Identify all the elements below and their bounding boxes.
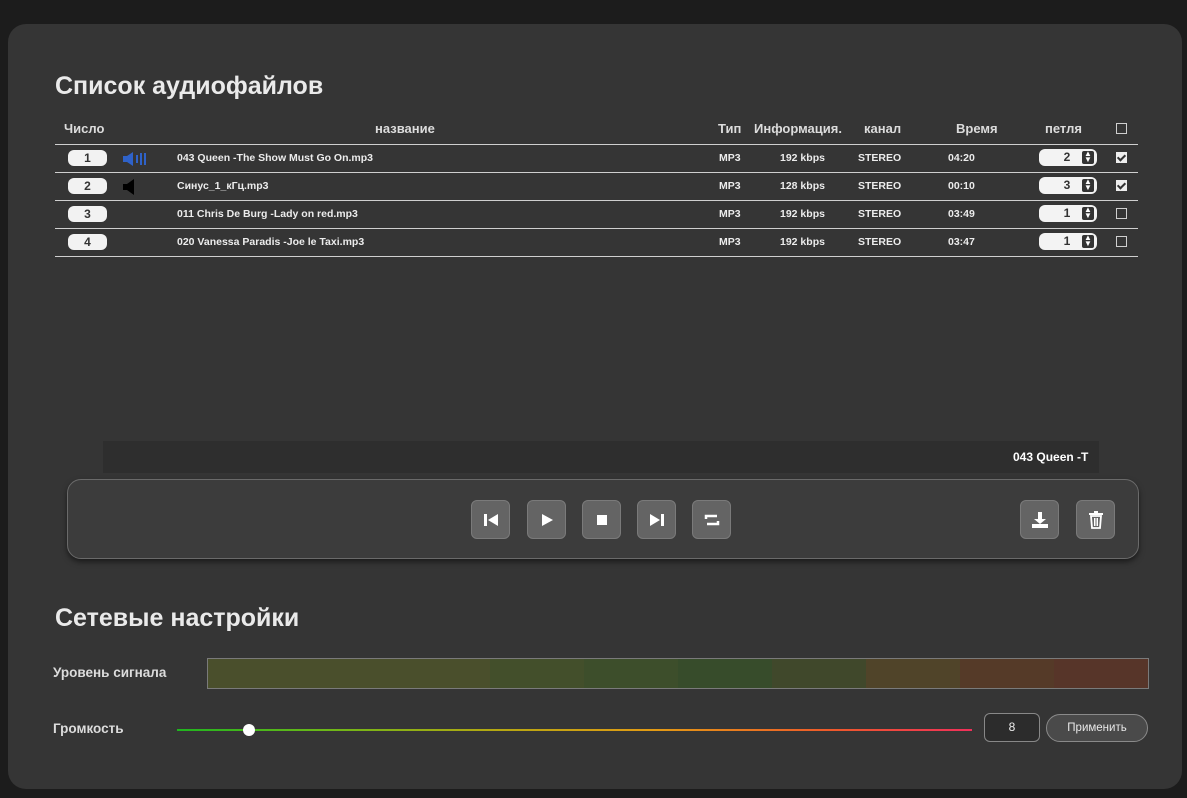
loop-value: 2 xyxy=(1063,150,1071,164)
table-row[interactable]: 1 043 Queen -The Show Must Go On.mp3 MP3… xyxy=(55,145,1138,173)
speaker-playing-icon xyxy=(123,152,146,166)
track-name: Синус_1_кГц.mp3 xyxy=(177,180,269,192)
col-number: Число xyxy=(64,121,105,136)
loop-stepper[interactable]: 2 ▲ ▼ xyxy=(1039,149,1097,166)
track-name: 043 Queen -The Show Must Go On.mp3 xyxy=(177,152,374,164)
track-name: 020 Vanessa Paradis -Joe le Taxi.mp3 xyxy=(177,236,365,248)
row-checkbox[interactable] xyxy=(1116,180,1127,191)
track-time: 00:10 xyxy=(948,180,975,192)
track-time: 03:49 xyxy=(948,208,975,220)
signal-segment xyxy=(490,659,584,688)
track-channel: STEREO xyxy=(858,152,902,164)
track-type: MP3 xyxy=(719,180,741,192)
track-channel: STEREO xyxy=(858,180,902,192)
play-button[interactable] xyxy=(527,500,566,539)
track-bitrate: 192 kbps xyxy=(780,208,825,220)
main-panel: Список аудиофайлов Число название Тип Ин… xyxy=(8,24,1182,789)
repeat-button[interactable] xyxy=(692,500,731,539)
loop-stepper[interactable]: 1 ▲ ▼ xyxy=(1039,205,1097,222)
volume-label: Громкость xyxy=(53,721,124,736)
track-type: MP3 xyxy=(719,236,741,248)
file-table-header: Число название Тип Информация. канал Вре… xyxy=(8,119,1182,139)
download-icon xyxy=(1032,512,1048,528)
loop-stepper[interactable]: 1 ▲ ▼ xyxy=(1039,233,1097,250)
track-type: MP3 xyxy=(719,152,741,164)
col-time: Время xyxy=(956,121,998,136)
signal-segment xyxy=(866,659,960,688)
col-channel: канал xyxy=(864,121,902,136)
col-type: Тип xyxy=(718,121,742,136)
download-button[interactable] xyxy=(1020,500,1059,539)
signal-segment xyxy=(302,659,396,688)
row-checkbox[interactable] xyxy=(1116,208,1127,219)
stop-icon xyxy=(597,515,607,525)
file-table: 1 043 Queen -The Show Must Go On.mp3 MP3… xyxy=(55,144,1138,257)
now-playing-text: 043 Queen -T xyxy=(1013,450,1089,464)
table-row[interactable]: 4 020 Vanessa Paradis -Joe le Taxi.mp3 M… xyxy=(55,229,1138,257)
speaker-icon xyxy=(123,179,134,195)
previous-button[interactable] xyxy=(471,500,510,539)
stepper-arrows-icon[interactable]: ▲ ▼ xyxy=(1082,206,1094,220)
stepper-arrows-icon[interactable]: ▲ ▼ xyxy=(1082,234,1094,248)
volume-thumb[interactable] xyxy=(242,724,255,736)
stepper-arrows-icon[interactable]: ▲ ▼ xyxy=(1082,150,1094,164)
track-time: 03:47 xyxy=(948,236,975,248)
delete-button[interactable] xyxy=(1076,500,1115,539)
track-bitrate: 192 kbps xyxy=(780,152,825,164)
track-number: 3 xyxy=(68,206,107,222)
track-bitrate: 192 kbps xyxy=(780,236,825,248)
volume-slider[interactable] xyxy=(177,724,972,736)
signal-segment xyxy=(208,659,302,688)
stop-button[interactable] xyxy=(582,500,621,539)
row-checkbox[interactable] xyxy=(1116,152,1127,163)
signal-segment xyxy=(678,659,772,688)
loop-stepper[interactable]: 3 ▲ ▼ xyxy=(1039,177,1097,194)
table-row[interactable]: 2 Синус_1_кГц.mp3 MP3 128 kbps STEREO 00… xyxy=(55,173,1138,201)
track-type: MP3 xyxy=(719,208,741,220)
loop-value: 1 xyxy=(1063,206,1071,220)
next-button[interactable] xyxy=(637,500,676,539)
track-name: 011 Chris De Burg -Lady on red.mp3 xyxy=(177,208,358,220)
table-row[interactable]: 3 011 Chris De Burg -Lady on red.mp3 MP3… xyxy=(55,201,1138,229)
signal-segment xyxy=(584,659,678,688)
signal-level-label: Уровень сигнала xyxy=(53,665,167,680)
col-info: Информация. xyxy=(754,121,842,136)
signal-segment xyxy=(960,659,1054,688)
signal-level-meter xyxy=(207,658,1149,689)
track-number: 4 xyxy=(68,234,107,250)
trash-icon xyxy=(1089,511,1103,529)
select-all-checkbox[interactable] xyxy=(1116,123,1127,134)
track-channel: STEREO xyxy=(858,208,902,220)
now-playing-marquee: 043 Queen -T xyxy=(103,441,1099,473)
network-settings-title: Сетевые настройки xyxy=(55,604,300,632)
signal-segment xyxy=(1054,659,1148,688)
signal-segment xyxy=(396,659,490,688)
audio-list-title: Список аудиофайлов xyxy=(55,72,324,100)
volume-value-input[interactable]: 8 xyxy=(984,713,1040,742)
stepper-arrows-icon[interactable]: ▲ ▼ xyxy=(1082,178,1094,192)
col-loop: петля xyxy=(1045,121,1082,136)
player-control-bar xyxy=(67,479,1139,559)
track-time: 04:20 xyxy=(948,152,975,164)
volume-track xyxy=(177,729,972,731)
repeat-icon xyxy=(704,514,720,526)
col-name: название xyxy=(375,121,435,136)
track-number: 1 xyxy=(68,150,107,166)
loop-value: 3 xyxy=(1063,178,1071,192)
loop-value: 1 xyxy=(1063,234,1071,248)
row-checkbox[interactable] xyxy=(1116,236,1127,247)
skip-previous-icon xyxy=(484,514,498,526)
apply-button[interactable]: Применить xyxy=(1046,714,1148,742)
track-number: 2 xyxy=(68,178,107,194)
track-channel: STEREO xyxy=(858,236,902,248)
skip-next-icon xyxy=(650,514,664,526)
play-icon xyxy=(542,514,553,526)
track-bitrate: 128 kbps xyxy=(780,180,825,192)
signal-segment xyxy=(772,659,866,688)
